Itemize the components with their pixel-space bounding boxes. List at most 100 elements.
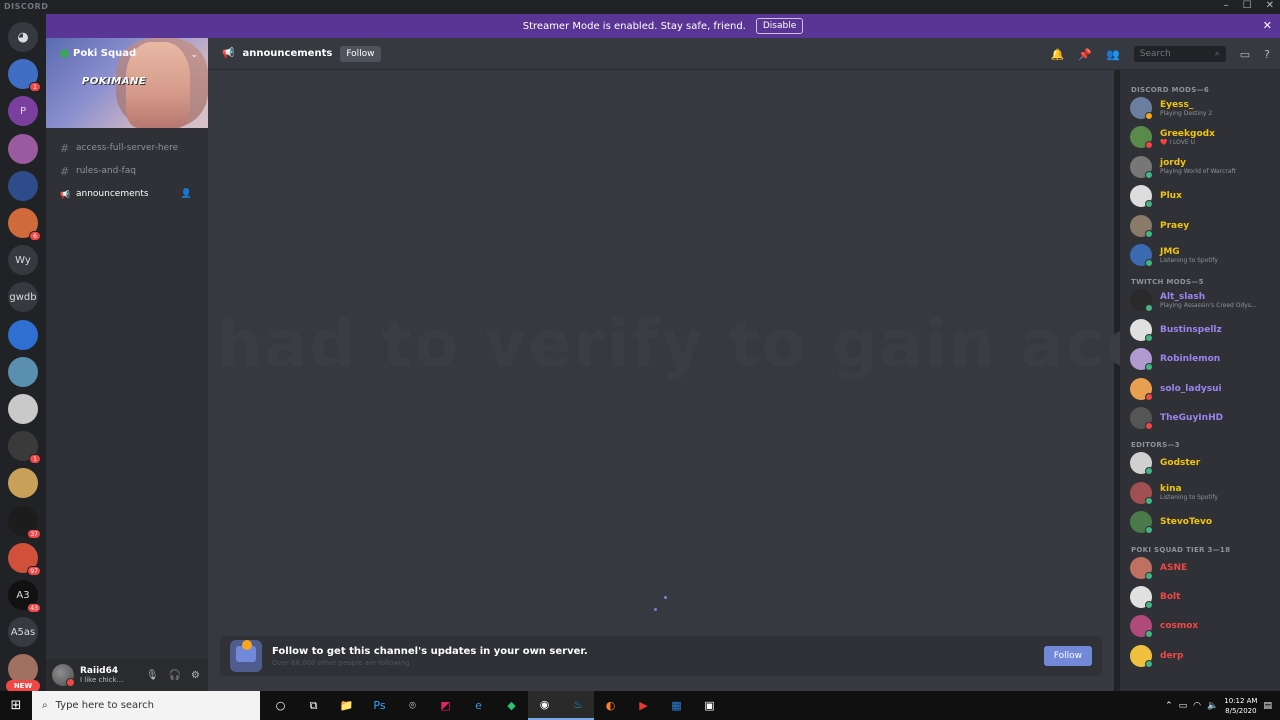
server-banner[interactable]: Poki Squad ⌄ POKIMANE [46, 38, 208, 128]
settings-gear-icon[interactable]: ⚙ [191, 670, 200, 681]
taskbar-app-icon[interactable]: ▦ [660, 691, 693, 720]
member-group-header: DISCORD MODS—6 [1131, 86, 1210, 94]
member-item[interactable]: Godster [1130, 449, 1276, 477]
search-input[interactable]: Search ⌕ [1133, 46, 1226, 62]
server-icon-button[interactable]: A3 43 [8, 580, 41, 613]
member-item[interactable]: Bolt [1130, 583, 1276, 611]
member-list-icon[interactable]: 👥 [1106, 48, 1120, 61]
member-item[interactable]: TheGuyInHD [1130, 404, 1276, 432]
taskbar-app-icon[interactable]: ○ [264, 691, 297, 720]
taskbar-app-icon[interactable]: ◆ [495, 691, 528, 720]
server-icon-button[interactable]: 1 [8, 59, 41, 93]
member-name: Robinlemon [1160, 354, 1221, 365]
member-item[interactable]: kina Listening to Spotify [1130, 479, 1276, 507]
mention-badge: 1 [29, 82, 41, 93]
taskbar-app-icon[interactable]: ⧉ [297, 691, 330, 720]
taskbar-app-icon[interactable]: 📁 [330, 691, 363, 720]
mention-badge: 6 [29, 231, 41, 241]
server-icon-button[interactable]: P [8, 96, 38, 127]
member-activity: Playing Destiny 2 [1160, 109, 1213, 117]
server-icon-button[interactable]: gwdb [8, 282, 38, 313]
server-icon-button[interactable]: NEW [6, 654, 40, 693]
taskbar-app-icon[interactable]: ◉ [528, 691, 561, 720]
help-icon[interactable]: ? [1264, 48, 1270, 61]
pin-icon[interactable]: 📌 [1078, 48, 1092, 61]
member-activity: Listening to Spotify [1160, 256, 1218, 264]
maximize-button[interactable]: ☐ [1243, 0, 1252, 11]
avatar [1130, 586, 1153, 609]
taskbar-app-icon[interactable]: e [462, 691, 495, 720]
server-icon-button[interactable]: 97 [8, 542, 41, 576]
taskbar-app-icon[interactable]: Ps [363, 691, 396, 720]
server-icon-button[interactable] [8, 170, 38, 201]
taskbar-clock[interactable]: 10:12 AM 8/5/2020 [1224, 696, 1257, 716]
server-icon-button[interactable] [8, 356, 38, 387]
follow-button[interactable]: Follow [340, 45, 381, 62]
inbox-icon[interactable]: ▭ [1240, 48, 1250, 61]
member-name: jordy [1160, 158, 1187, 169]
mute-icon[interactable]: 🎙 [146, 670, 159, 681]
system-tray: ⌃ ▭ ◠ 🔈 10:12 AM 8/5/2020 ▤ [1165, 691, 1280, 720]
member-item[interactable]: cosmox [1130, 612, 1276, 640]
streamer-bar-close-icon[interactable]: ✕ [1263, 19, 1272, 32]
deafen-icon[interactable]: 🎧 [169, 670, 181, 681]
minimize-button[interactable]: – [1224, 0, 1229, 11]
taskbar-apps: ○ ⧉ 📁 Ps ⌾ ◩ e ◆ ◉ ♨ ◐ ▶ ▦ ▣ [264, 691, 726, 720]
member-item[interactable]: ASNE [1130, 554, 1276, 582]
member-item[interactable]: Praey [1130, 212, 1276, 240]
member-name: Godster [1160, 458, 1201, 469]
user-panel: Raiid64 I like chick... 🎙 🎧 ⚙ [46, 659, 208, 691]
window-controls: – ☐ ✕ [1224, 0, 1274, 11]
avatar[interactable] [52, 664, 75, 687]
notifications-icon[interactable]: ▤ [1263, 701, 1272, 711]
channel-announcements[interactable]: 📢 announcements 👤 [54, 184, 200, 204]
network-icon[interactable]: ▭ [1179, 701, 1188, 711]
server-icon-button[interactable] [8, 394, 38, 424]
server-icon-button[interactable] [8, 319, 38, 350]
member-item[interactable]: StevoTevo [1130, 508, 1276, 536]
member-item[interactable]: solo_ladysui [1130, 375, 1276, 403]
taskbar-app-icon[interactable]: ◩ [429, 691, 462, 720]
member-item[interactable]: Plux [1130, 182, 1276, 210]
server-icon-button[interactable]: Wy [8, 245, 38, 276]
server-icon-button[interactable]: A5as [8, 617, 38, 648]
member-item[interactable]: Eyess_ Playing Destiny 2 [1130, 94, 1276, 122]
taskbar-app-icon[interactable]: ▶ [627, 691, 660, 720]
server-icon-button[interactable]: 37 [8, 505, 41, 539]
server-icon-button[interactable] [8, 468, 38, 499]
disable-streamer-mode-button[interactable]: Disable [755, 18, 804, 34]
member-item[interactable]: Alt_slash Playing Assassin's Creed Odys..… [1130, 286, 1276, 314]
channel-rules-and-faq[interactable]: # rules-and-faq [54, 161, 200, 181]
member-name: ASNE [1160, 562, 1188, 573]
notification-bell-icon[interactable]: 🔔 [1051, 48, 1065, 61]
member-item[interactable]: Greekgodx ❤️ I LOVE U [1130, 123, 1276, 151]
wifi-icon[interactable]: ◠ [1193, 701, 1201, 711]
member-item[interactable]: jordy Playing World of Warcraft [1130, 153, 1276, 181]
server-banner-logo: POKIMANE [82, 76, 147, 87]
discord-home-button[interactable]: ◕ [8, 22, 38, 52]
server-icon-button[interactable] [8, 133, 38, 164]
server-icon-button[interactable]: 6 [8, 208, 41, 241]
member-item[interactable]: JMG Listening to Spotify [1130, 241, 1276, 269]
member-name: derp [1160, 650, 1184, 661]
server-list: ◕ 1 P 6 Wy gwdb 1 37 97 A3 43 A5as NEW [0, 14, 46, 693]
invite-icon[interactable]: 👤 [181, 189, 192, 199]
channel-access-full-server-here[interactable]: # access-full-server-here [54, 138, 200, 158]
channel-name: rules-and-faq [76, 166, 136, 176]
taskbar-app-icon[interactable]: ◐ [594, 691, 627, 720]
member-item[interactable]: derp [1130, 642, 1276, 670]
taskbar-app-icon[interactable]: ♨ [561, 691, 594, 720]
tray-chevron-icon[interactable]: ⌃ [1165, 701, 1173, 711]
taskbar-app-icon[interactable]: ⌾ [396, 691, 429, 720]
app-name: DISCORD [4, 2, 49, 11]
taskbar-app-icon[interactable]: ▣ [693, 691, 726, 720]
server-icon-button[interactable]: 1 [8, 431, 41, 465]
close-window-button[interactable]: ✕ [1266, 0, 1274, 11]
taskbar-search-input[interactable]: ⌕ Type here to search [32, 691, 260, 720]
volume-icon[interactable]: 🔈 [1207, 701, 1218, 711]
follow-channel-button[interactable]: Follow [1043, 646, 1092, 666]
windows-start-icon[interactable]: ⊞ [0, 691, 32, 720]
member-item[interactable]: Bustinspellz [1130, 316, 1276, 344]
member-item[interactable]: Robinlemon [1130, 345, 1276, 373]
server-menu-chevron-icon[interactable]: ⌄ [190, 50, 198, 60]
